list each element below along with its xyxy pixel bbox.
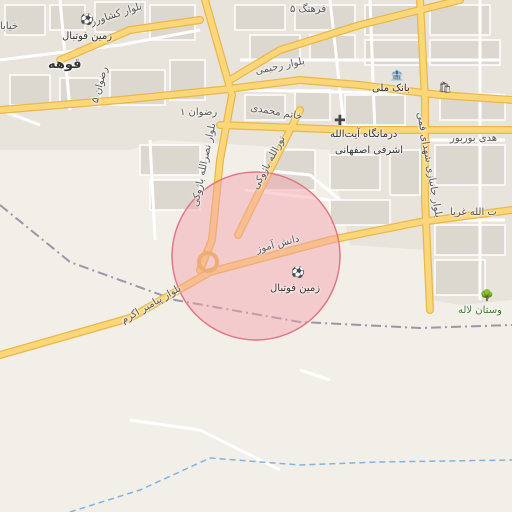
street-label-farhang5: فرهنگ ۵ [290, 4, 327, 15]
park-icon[interactable]: 🌳 [480, 290, 494, 301]
poi-label-clinic-2: اشرفی اصفهانی [335, 145, 404, 156]
shop-icon[interactable]: 🛍 [438, 82, 452, 93]
street-label-ayatollah: ت الله غریا [450, 207, 497, 218]
football-field-icon[interactable]: ⚽ [291, 267, 305, 278]
poi-label-football-2: زمین فوتبال [270, 283, 321, 294]
map-view[interactable]: فرهنگ ۵ بلوار کشاورز خیابا ⚽ زمین فوتبال… [0, 0, 512, 512]
poi-label-clinic-1: درمانگاه آیت‌الله [330, 129, 398, 140]
bank-icon[interactable]: 🏦 [390, 70, 404, 81]
poi-label-bank-melli: بانک ملی [372, 83, 410, 94]
football-field-icon[interactable]: ⚽ [80, 14, 94, 25]
poi-label-football-1: زمین فوتبال [62, 31, 113, 42]
clinic-icon[interactable]: ✚ [334, 114, 346, 128]
street-label-beheshti: هدی بوربور [450, 133, 498, 144]
waterway [69, 457, 512, 512]
street-label-rezvan1: رضوان ۱ [180, 107, 218, 118]
street-label-khayyam: خیابا [0, 21, 19, 32]
poi-label-park: وستان لاله [458, 305, 502, 316]
place-label-ghahveh: قوهه [48, 57, 82, 72]
